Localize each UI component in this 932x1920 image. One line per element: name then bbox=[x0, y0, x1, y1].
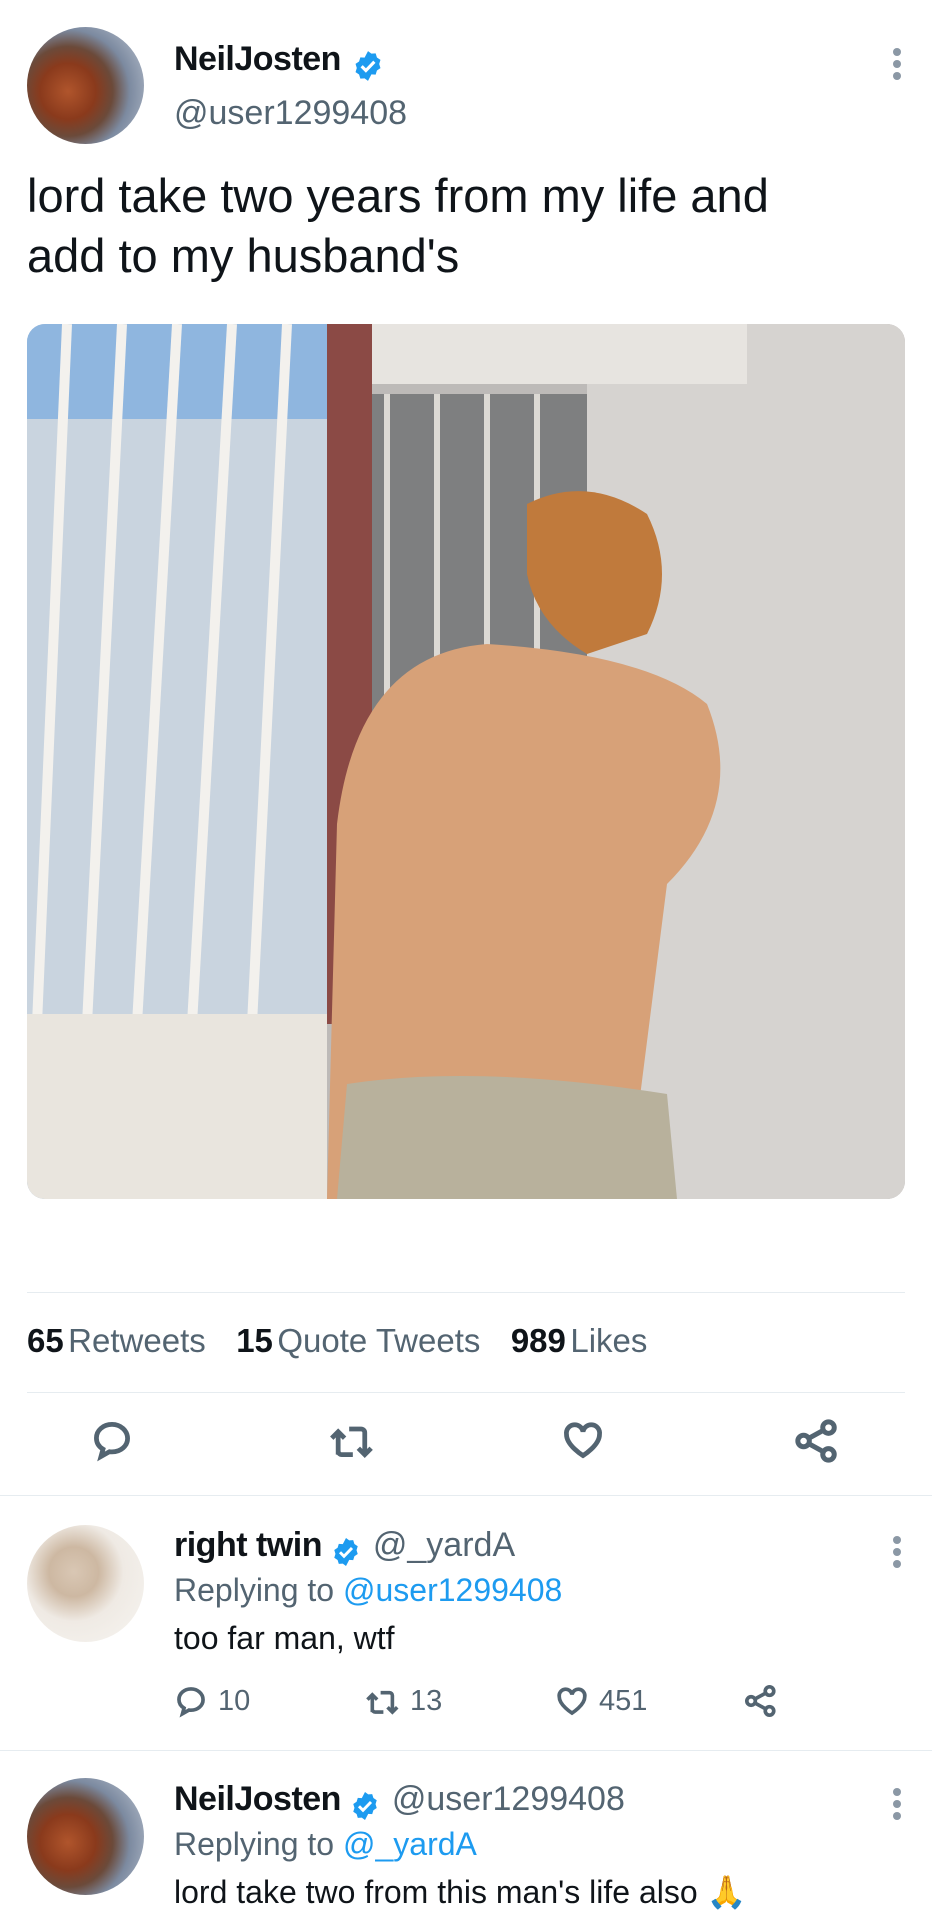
retweet-icon bbox=[330, 1426, 373, 1459]
quote-tweets-stat[interactable]: 15 Quote Tweets bbox=[236, 1322, 485, 1359]
verified-badge-icon bbox=[334, 1537, 359, 1566]
reply-2-text: lord take two from this man's life also … bbox=[174, 1874, 747, 1910]
reply-1-retweet-button[interactable]: 13 bbox=[364, 1684, 442, 1718]
reply-1-name[interactable]: right twin bbox=[174, 1526, 322, 1564]
like-button[interactable] bbox=[560, 1418, 606, 1467]
reply-button[interactable] bbox=[90, 1418, 134, 1467]
retweets-stat[interactable]: 65 Retweets bbox=[27, 1322, 210, 1359]
reply-1-like-count: 451 bbox=[599, 1684, 648, 1717]
reply-1-divider bbox=[0, 1750, 932, 1751]
like-icon bbox=[564, 1422, 602, 1459]
retweets-count: 65 bbox=[27, 1322, 64, 1359]
author-avatar[interactable] bbox=[27, 27, 144, 144]
tweet-text-line-2: add to my husband's bbox=[27, 229, 460, 282]
reply-icon bbox=[177, 1687, 205, 1718]
quote-tweets-label: Quote Tweets bbox=[277, 1322, 481, 1359]
reply-1-reply-count: 10 bbox=[218, 1684, 251, 1717]
replying-to-label: Replying to bbox=[174, 1572, 335, 1608]
reply-2-name[interactable]: NeilJosten bbox=[174, 1780, 341, 1818]
replying-to-link[interactable]: @_yardA bbox=[343, 1826, 477, 1862]
photo-illustration bbox=[27, 324, 905, 1199]
reply-2-avatar[interactable] bbox=[27, 1778, 144, 1895]
retweet-icon bbox=[366, 1690, 399, 1715]
likes-label: Likes bbox=[570, 1322, 648, 1359]
like-icon bbox=[557, 1687, 587, 1716]
more-options-icon[interactable] bbox=[893, 1784, 901, 1824]
author-name[interactable]: NeilJosten bbox=[174, 40, 341, 78]
stats-bottom-divider bbox=[27, 1392, 905, 1393]
replying-to-link[interactable]: @user1299408 bbox=[343, 1572, 562, 1608]
retweets-label: Retweets bbox=[68, 1322, 206, 1359]
reply-1-retweet-count: 13 bbox=[410, 1684, 443, 1717]
author-handle[interactable]: @user1299408 bbox=[174, 94, 407, 133]
reply-1-reply-button[interactable]: 10 bbox=[174, 1684, 250, 1718]
share-icon bbox=[795, 1419, 837, 1463]
reply-1-like-button[interactable]: 451 bbox=[555, 1684, 647, 1718]
reply-2-handle[interactable]: @user1299408 bbox=[392, 1780, 625, 1818]
tweet-photo[interactable] bbox=[27, 324, 905, 1199]
reply-1-handle[interactable]: @_yardA bbox=[373, 1526, 515, 1564]
actions-bottom-divider bbox=[0, 1495, 932, 1496]
more-options-icon[interactable] bbox=[893, 1532, 901, 1572]
likes-stat[interactable]: 989 Likes bbox=[511, 1322, 648, 1359]
likes-count: 989 bbox=[510, 1322, 566, 1359]
reply-icon bbox=[94, 1422, 130, 1462]
reply-1-share-button[interactable] bbox=[744, 1684, 778, 1723]
retweet-button[interactable] bbox=[327, 1418, 375, 1467]
stats-top-divider bbox=[27, 1292, 905, 1293]
verified-badge-icon bbox=[353, 1791, 378, 1820]
reply-1-text: too far man, wtf bbox=[174, 1620, 395, 1656]
replying-to-label: Replying to bbox=[174, 1826, 335, 1862]
share-icon bbox=[744, 1684, 776, 1718]
share-button[interactable] bbox=[794, 1418, 840, 1469]
verified-badge-icon bbox=[355, 50, 381, 81]
tweet-stats: 65 Retweets 15 Quote Tweets 989 Likes bbox=[27, 1322, 647, 1360]
reply-1-avatar[interactable] bbox=[27, 1525, 144, 1642]
tweet-text-line-1: lord take two years from my life and bbox=[27, 169, 769, 222]
quote-tweets-count: 15 bbox=[236, 1322, 273, 1359]
more-options-icon[interactable] bbox=[893, 44, 901, 84]
